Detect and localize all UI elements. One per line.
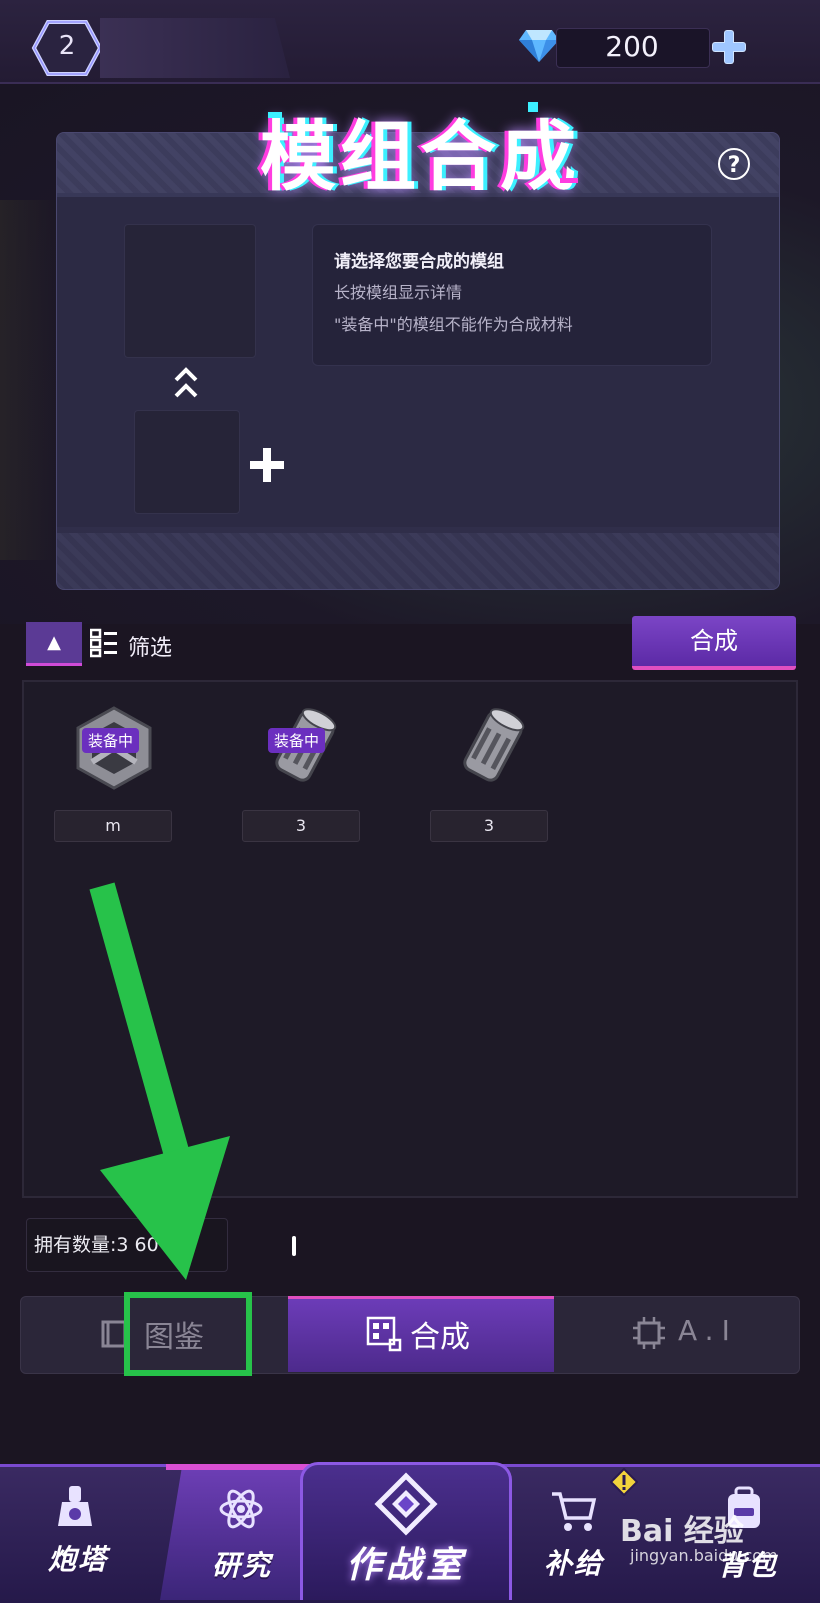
turret-icon [58, 1486, 92, 1526]
glitch-decor [528, 102, 538, 112]
qr-grid-icon [366, 1316, 402, 1352]
cart-icon [552, 1492, 597, 1531]
module-item[interactable]: 装备中 3 [242, 700, 372, 842]
module-item[interactable]: 装备中 m [54, 700, 184, 842]
glitch-decor [268, 112, 282, 118]
war-room-diamond-icon [374, 1472, 438, 1536]
player-level: 2 [58, 31, 76, 61]
equipped-badge: 装备中 [268, 728, 326, 753]
material-module-slot[interactable] [134, 410, 240, 514]
baidu-watermark: Bai 经验 [620, 1514, 744, 1549]
chevron-up-icon [174, 367, 198, 398]
help-icon[interactable]: ? [718, 148, 750, 180]
annotation-arrow-icon [89, 882, 230, 1280]
panel-title: 模组合成 [260, 112, 580, 201]
compose-button[interactable]: 合成 [632, 616, 796, 670]
nav-research[interactable]: 研究 [194, 1544, 290, 1584]
target-module-slot[interactable] [124, 224, 256, 358]
filter-icon[interactable] [90, 628, 118, 658]
sort-toggle-button[interactable]: ▲ [26, 622, 82, 666]
glitch-decor [560, 178, 578, 183]
add-diamond-icon[interactable] [710, 28, 748, 66]
module-level: m [54, 810, 172, 842]
baidu-watermark-url: jingyan.baidu.com [630, 1546, 778, 1565]
module-icon [463, 708, 525, 782]
info-line: 请选择您要合成的模组 [334, 252, 504, 272]
filter-label[interactable]: 筛选 [128, 630, 172, 662]
atom-icon [219, 1489, 263, 1529]
nav-war-room[interactable]: 作战室 [314, 1536, 498, 1588]
diamond-icon [519, 30, 559, 62]
nav-turret[interactable]: 炮塔 [30, 1538, 126, 1578]
module-item[interactable]: 3 [430, 700, 560, 842]
text-cursor [292, 1236, 296, 1256]
plus-icon[interactable] [248, 446, 286, 484]
equipped-badge: 装备中 [82, 728, 140, 753]
annotation-highlight-box [124, 1292, 252, 1376]
tab-compose-label[interactable]: 合成 [410, 1312, 470, 1356]
module-level: 3 [242, 810, 360, 842]
info-line: 长按模组显示详情 [334, 283, 463, 302]
chip-icon[interactable] [632, 1316, 666, 1350]
module-level: 3 [430, 810, 548, 842]
info-line: "装备中"的模组不能作为合成材料 [334, 315, 573, 334]
nav-supply[interactable]: 补给 [526, 1542, 622, 1582]
tab-ai[interactable]: A.I [678, 1314, 738, 1347]
diamond-count: 200 [605, 30, 659, 63]
top-tab-decor [100, 18, 290, 78]
alert-icon [610, 1468, 638, 1496]
panel-stripe-bottom [57, 533, 779, 589]
background-glow [0, 200, 60, 560]
nav-active-bar [166, 1464, 320, 1470]
